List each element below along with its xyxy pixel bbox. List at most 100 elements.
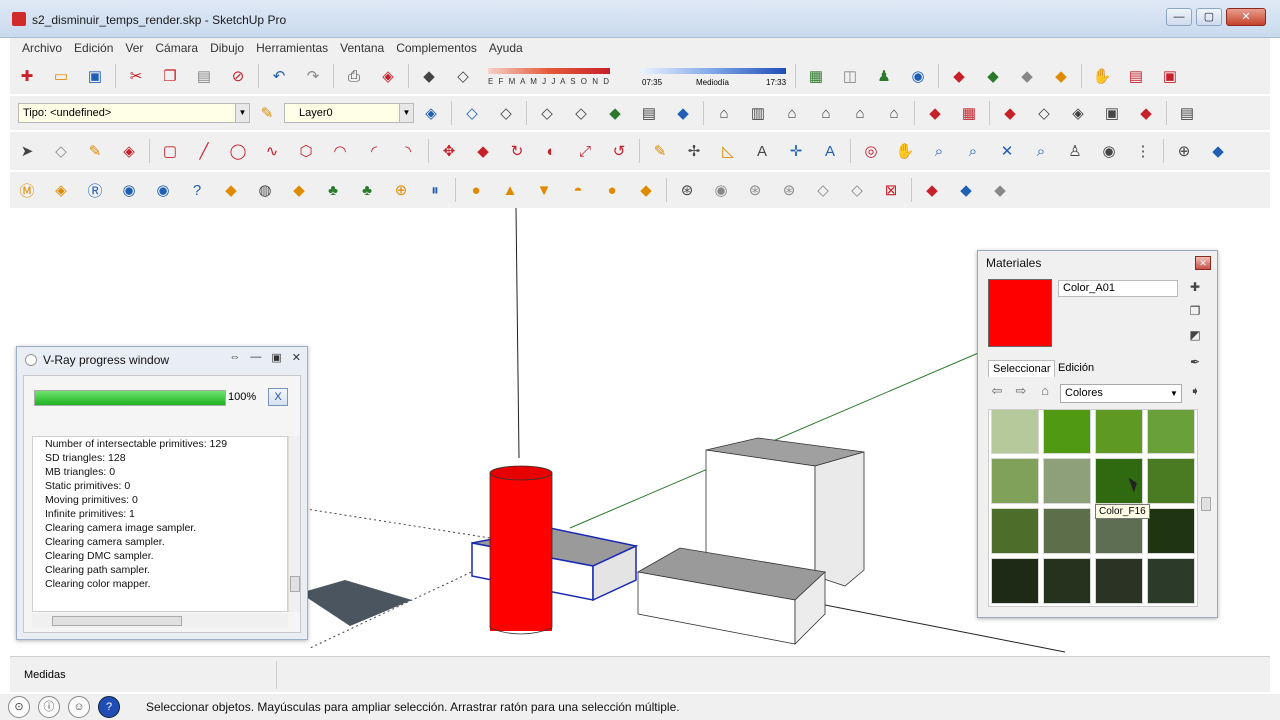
menu-dibujo[interactable]: Dibujo [204,41,250,55]
camera-gray-1-icon[interactable]: ⊛ [742,177,768,203]
move-icon[interactable]: ✥ [436,138,462,164]
duplicate-material-icon[interactable]: ❐ [1186,304,1204,322]
person-icon[interactable]: ♟ [871,63,897,89]
arc-icon[interactable]: ◠ [327,138,353,164]
section-cancel-icon[interactable]: ⊠ [878,177,904,203]
camera-gray-2-icon[interactable]: ⊛ [776,177,802,203]
swatch-grid-scrollbar[interactable] [1200,409,1212,607]
forward-arrow-icon[interactable]: ⇨ [1012,383,1030,401]
undo-icon[interactable]: ↶ [266,63,292,89]
vray-frame-buffer-icon[interactable]: ◆ [218,177,244,203]
globe-icon[interactable]: ◉ [905,63,931,89]
vray-ies-light-icon[interactable]: ▼ [531,177,557,203]
make-component-icon[interactable]: ◇ [48,138,74,164]
section-plane-icon[interactable]: ⊕ [1171,138,1197,164]
front-house-icon[interactable]: ⌂ [779,100,805,126]
open-folder-icon[interactable]: ▭ [48,63,74,89]
default-material-icon[interactable]: ◩ [1186,328,1204,346]
follow-me-icon[interactable]: ◐ [538,138,564,164]
section-grid-icon[interactable]: ▦ [956,100,982,126]
redo-icon[interactable]: ↷ [300,63,326,89]
paint-icon[interactable]: ✎ [82,138,108,164]
cube-gray-icon[interactable]: ◆ [987,177,1013,203]
menu-camara[interactable]: Cámara [149,41,204,55]
details-arrow-icon[interactable]: ➧ [1186,384,1204,402]
layer-manager-icon[interactable]: ◈ [418,100,444,126]
position-camera-icon[interactable]: ♙ [1062,138,1088,164]
shaded-style-icon[interactable]: ◆ [602,100,628,126]
home-icon[interactable]: ⌂ [1036,383,1054,401]
text-icon[interactable]: A [749,138,775,164]
vray-batch-render-icon[interactable]: ◉ [150,177,176,203]
dimension-icon[interactable]: ✢ [681,138,707,164]
material-swatch[interactable] [1095,558,1143,604]
section-red-icon[interactable]: ◆ [922,100,948,126]
material-swatch[interactable] [1095,410,1143,454]
previous-view-icon[interactable]: ⌕ [1028,138,1054,164]
paint-bucket-icon[interactable]: ✎ [254,100,280,126]
credits-icon[interactable]: ⓘ [38,696,60,718]
measurements-field[interactable] [276,661,277,689]
zoom-icon[interactable]: ⌕ [926,138,952,164]
material-swatch[interactable] [991,458,1039,504]
polygon-icon[interactable]: ⬡ [293,138,319,164]
vray-mesh-light-icon[interactable]: ◆ [633,177,659,203]
freehand-icon[interactable]: ∿ [259,138,285,164]
textured-style-icon[interactable]: ◆ [670,100,696,126]
menu-ayuda[interactable]: Ayuda [483,41,529,55]
shadow-toggle-icon[interactable]: ◆ [416,63,442,89]
material-swatch[interactable] [1043,508,1091,554]
right-house-icon[interactable]: ⌂ [813,100,839,126]
paper-icon[interactable]: ◫ [837,63,863,89]
layer-dropdown[interactable]: Layer0 ▼ [284,103,414,123]
erase-icon[interactable]: ⊘ [225,63,251,89]
wireframe-style-icon[interactable]: ◇ [568,100,594,126]
print-icon[interactable]: ⎙ [341,63,367,89]
vray-restore-icon[interactable]: ⇔ [229,351,240,364]
material-swatch[interactable] [991,508,1039,554]
ruby-green-icon[interactable]: ◆ [980,63,1006,89]
pie-icon[interactable]: ◝ [395,138,421,164]
new-file-icon[interactable]: ✚ [14,63,40,89]
cancel-render-button[interactable]: X [268,388,288,406]
top-view-icon[interactable]: ◇ [493,100,519,126]
vray-sphere-light-icon[interactable]: ● [599,177,625,203]
current-material-swatch[interactable] [988,279,1052,347]
push-pull-icon[interactable]: ◆ [470,138,496,164]
material-swatch[interactable] [1147,410,1195,454]
geolocation-icon[interactable]: ⊙ [8,696,30,718]
solid-tools-1-icon[interactable]: ◆ [997,100,1023,126]
component-icon[interactable]: ▤ [1174,100,1200,126]
material-swatch[interactable] [1147,508,1195,554]
dark-plane[interactable] [300,580,412,626]
fog-toggle-icon[interactable]: ◇ [450,63,476,89]
axes-icon[interactable]: ✛ [783,138,809,164]
vray-omni-light-icon[interactable]: ● [463,177,489,203]
menu-ventana[interactable]: Ventana [334,41,390,55]
cube-red-icon[interactable]: ◆ [919,177,945,203]
vray-plane-icon[interactable]: ◆ [286,177,312,203]
section-gray-1-icon[interactable]: ◇ [810,177,836,203]
eye-icon[interactable]: ◉ [708,177,734,203]
render-log[interactable]: Number of intersectable primitives: 129 … [32,436,288,612]
vray-pause-icon[interactable]: ⏸ [422,177,448,203]
material-swatch[interactable] [1147,558,1195,604]
solid-tools-3-icon[interactable]: ◈ [1065,100,1091,126]
vray-material-editor-icon[interactable]: Ⓜ [14,177,40,203]
type-dropdown[interactable]: Tipo: <undefined> ▼ [18,103,250,123]
zoom-extents-icon[interactable]: ✕ [994,138,1020,164]
vray-options-icon[interactable]: ◈ [48,177,74,203]
maximize-button[interactable]: ▢ [1196,8,1222,26]
back-house-icon[interactable]: ⌂ [847,100,873,126]
vray-close-button[interactable]: ✕ [292,351,301,364]
material-swatch[interactable] [1043,410,1091,454]
material-library-dropdown[interactable]: Colores ▼ [1060,384,1182,403]
hidden-line-style-icon[interactable]: ▤ [636,100,662,126]
shadow-date-slider[interactable]: E F M A M J J A S O N D [488,61,636,91]
red-cylinder[interactable] [490,473,552,631]
create-material-icon[interactable]: ✚ [1186,280,1204,298]
ruby-orange-icon[interactable]: ◆ [1048,63,1074,89]
menu-complementos[interactable]: Complementos [390,41,483,55]
tape-measure-icon[interactable]: ✎ [647,138,673,164]
3d-text-icon[interactable]: A [817,138,843,164]
